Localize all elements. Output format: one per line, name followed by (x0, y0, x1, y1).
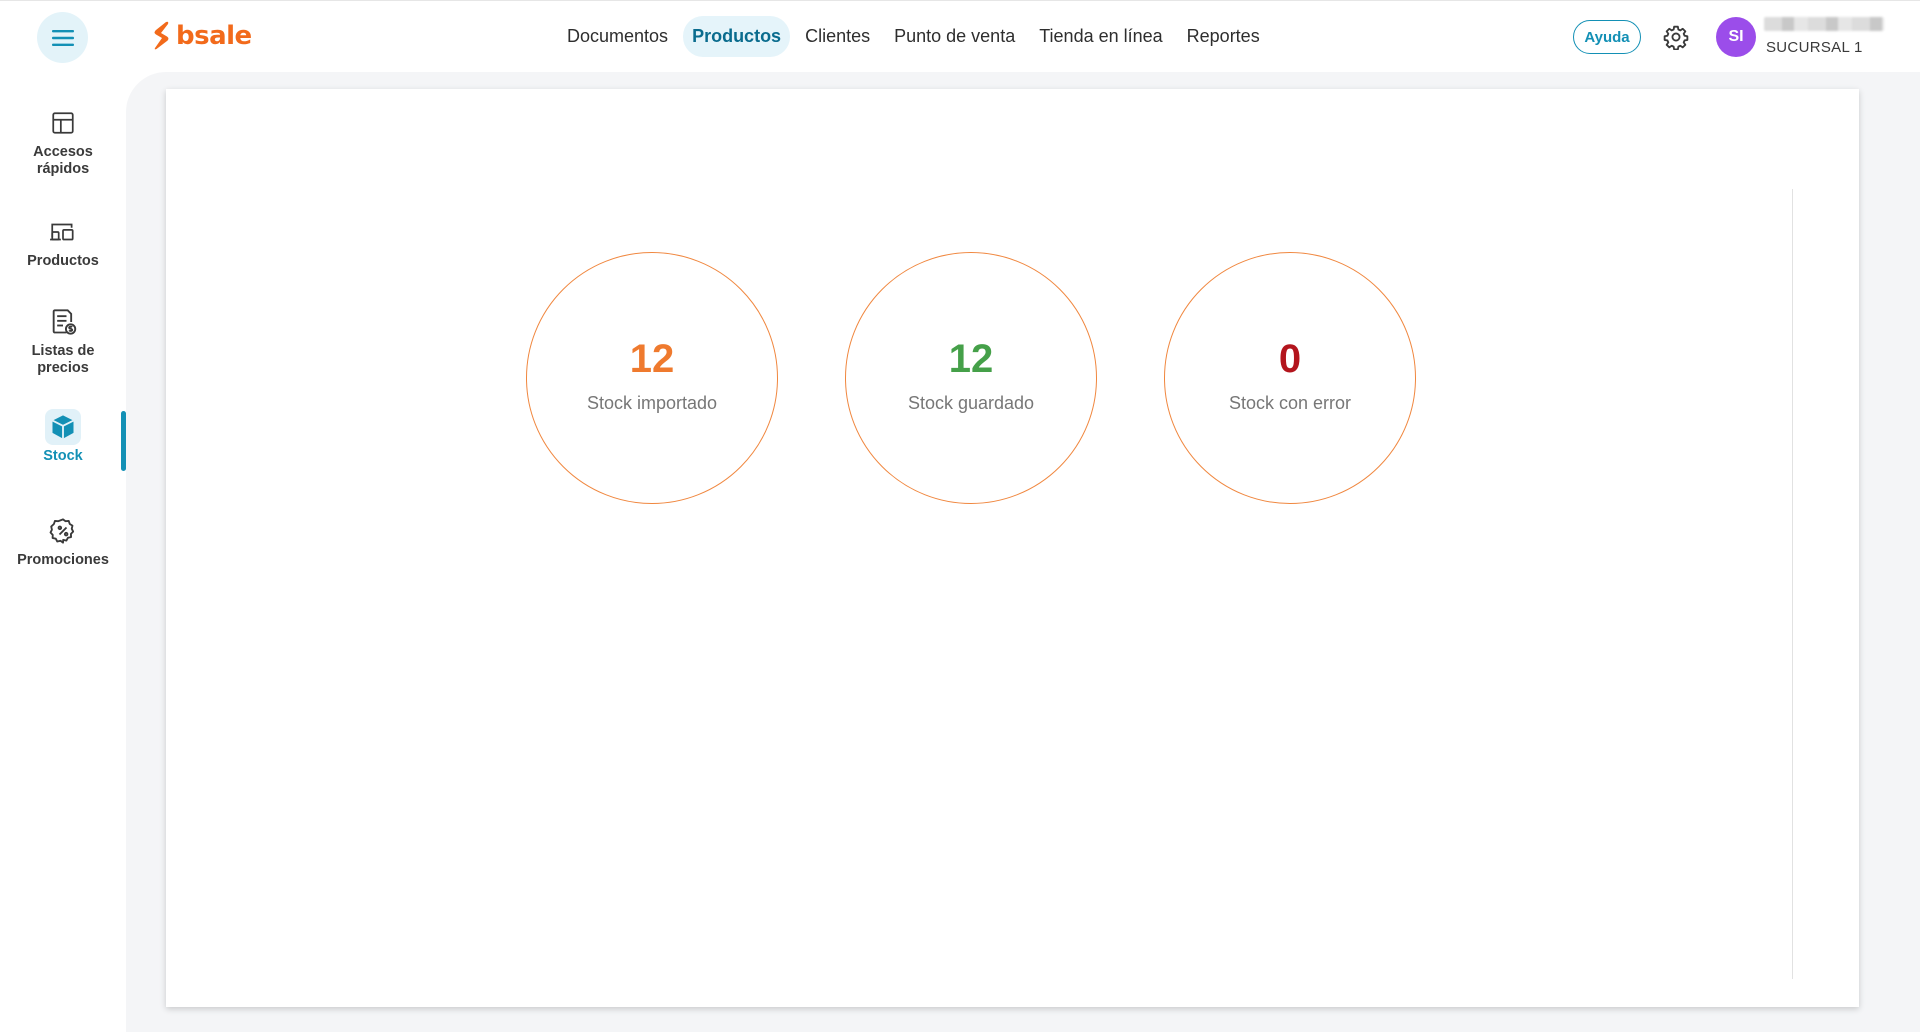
user-avatar[interactable]: SI (1716, 17, 1756, 57)
stat-label: Stock con error (1228, 393, 1352, 413)
stat-label: Stock guardado (907, 393, 1035, 413)
discount-badge-icon (45, 513, 81, 549)
devices-icon (45, 214, 81, 250)
sidebar-item-label: Stock (43, 448, 83, 464)
sidebar-item-label: Promociones (17, 552, 109, 568)
user-name-redacted (1764, 17, 1884, 31)
menu-icon (51, 29, 74, 46)
bsale-logo[interactable]: bsale (152, 19, 252, 53)
main-nav: Documentos Productos Clientes Punto de v… (558, 16, 1269, 57)
branch-label[interactable]: SUCURSAL 1 (1766, 39, 1863, 56)
divider (1792, 189, 1793, 979)
nav-productos[interactable]: Productos (683, 16, 791, 57)
nav-clientes[interactable]: Clientes (796, 16, 879, 57)
sidebar-item-label: Accesos rápidos (33, 144, 93, 177)
bsale-logo-icon (154, 21, 169, 50)
layout-icon (45, 105, 81, 141)
stat-stock-importado: 12 Stock importado (526, 252, 778, 504)
top-bar: bsale Documentos Productos Clientes Punt… (0, 0, 1920, 71)
sidebar-item-label: Listas de precios (31, 343, 95, 376)
stat-label: Stock importado (586, 393, 718, 413)
sidebar: Accesos rápidos Productos Listas de prec… (0, 71, 126, 1032)
settings-button[interactable] (1660, 21, 1692, 53)
nav-punto-de-venta[interactable]: Punto de venta (885, 16, 1024, 57)
hamburger-menu-button[interactable] (37, 12, 88, 63)
sidebar-item-productos[interactable]: Productos (0, 214, 126, 270)
sidebar-item-label: Productos (27, 253, 99, 269)
stat-stock-guardado: 12 Stock guardado (845, 252, 1097, 504)
stat-value: 12 (629, 337, 675, 381)
gear-icon (1663, 25, 1689, 50)
sidebar-item-stock[interactable]: Stock (0, 409, 126, 465)
sidebar-item-promociones[interactable]: Promociones (0, 513, 126, 569)
nav-documentos[interactable]: Documentos (558, 16, 677, 57)
nav-reportes[interactable]: Reportes (1178, 16, 1269, 57)
sidebar-item-listas-de-precios[interactable]: Listas de precios (0, 304, 126, 377)
stat-stock-con-error: 0 Stock con error (1164, 252, 1416, 504)
sidebar-item-accesos-rapidos[interactable]: Accesos rápidos (0, 105, 126, 178)
stat-value: 0 (1278, 337, 1302, 381)
logo-text: bsale (176, 21, 252, 51)
stat-value: 12 (948, 337, 994, 381)
box-icon (45, 409, 81, 445)
price-list-icon (45, 304, 81, 340)
nav-tienda-en-linea[interactable]: Tienda en línea (1030, 16, 1171, 57)
help-button[interactable]: Ayuda (1573, 20, 1641, 54)
stock-import-card: 12 Stock importado 12 Stock guardado 0 S… (166, 89, 1859, 1007)
